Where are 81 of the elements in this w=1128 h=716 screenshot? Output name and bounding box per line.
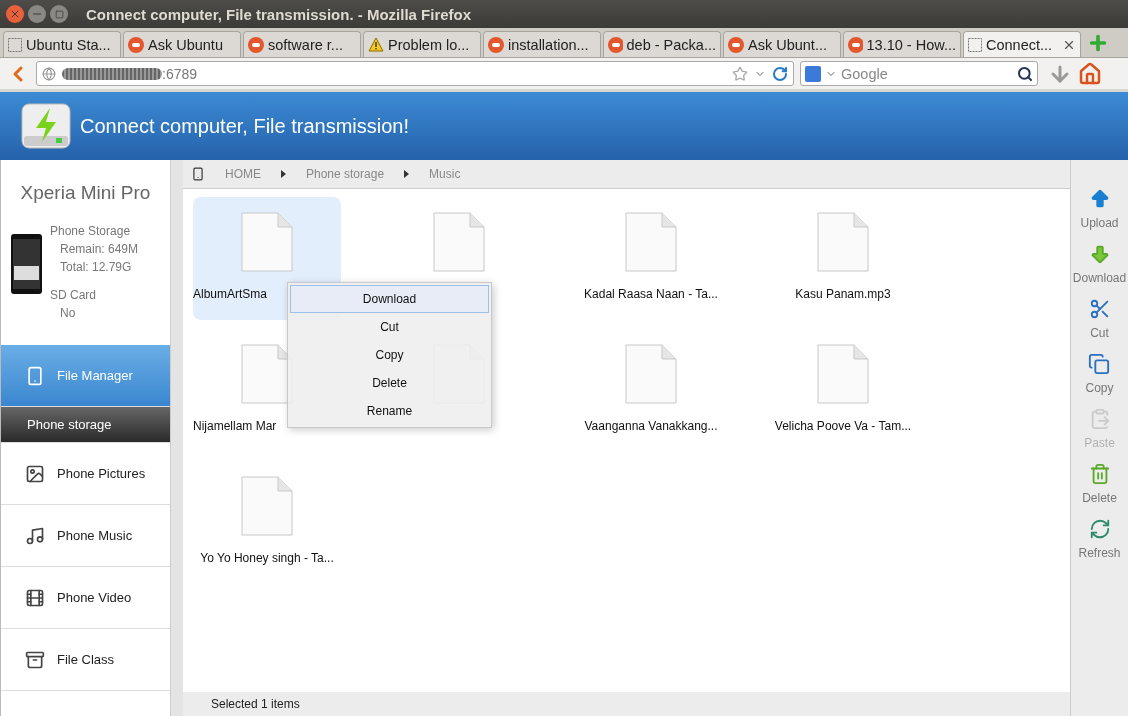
- copy-icon: [1088, 353, 1111, 375]
- toolbar-button[interactable]: Delete: [1082, 463, 1117, 518]
- window-title: Connect computer, File transmission. - Mozilla Firefox: [86, 5, 472, 23]
- file-name[interactable]: Vaanganna Vanakkang...: [584, 419, 718, 433]
- phone-icon: [25, 365, 45, 386]
- toolbar-button[interactable]: Upload: [1080, 188, 1119, 243]
- separator-arrow-icon: [404, 170, 410, 178]
- file-name[interactable]: Nijamellam Mar: [193, 419, 277, 433]
- browser-tab[interactable]: Problem lo...: [363, 31, 481, 57]
- file-name[interactable]: Yo Yo Honey singh - Ta...: [200, 551, 334, 565]
- close-icon: [9, 8, 21, 20]
- browser-tab[interactable]: Ubuntu Sta...: [3, 31, 121, 57]
- scissors-icon: [1088, 298, 1111, 320]
- ask-icon: [848, 36, 863, 53]
- sd-card-label: SD Card: [50, 287, 97, 304]
- minimize-button[interactable]: [28, 5, 46, 23]
- ask-icon: [728, 36, 744, 53]
- music-note-icon: [25, 525, 45, 546]
- page-title: Connect computer, File transmission!: [80, 114, 410, 138]
- reload-icon[interactable]: [772, 65, 788, 82]
- toolbar-button[interactable]: Cut: [1088, 298, 1111, 353]
- new-tab-icon[interactable]: [1087, 32, 1109, 54]
- file-icon: [432, 212, 486, 272]
- page-icon: [968, 37, 982, 52]
- ask-icon: [608, 36, 623, 53]
- ask-icon: [488, 36, 504, 53]
- toolbar-button[interactable]: Download: [1072, 243, 1127, 298]
- warning-icon: [368, 37, 384, 52]
- device-name: Xperia Mini Pro: [19, 182, 152, 204]
- browser-tab[interactable]: Connect...: [963, 31, 1081, 57]
- sd-card-value: No: [59, 305, 77, 322]
- browser-tab[interactable]: software r...: [243, 31, 361, 57]
- browser-tab[interactable]: installation...: [483, 31, 601, 57]
- search-engine-icon[interactable]: [805, 65, 821, 82]
- drive-icon: [20, 100, 72, 152]
- scrollbar[interactable]: [170, 160, 183, 716]
- menu-item[interactable]: Rename: [290, 397, 489, 425]
- search-icon[interactable]: [1017, 65, 1033, 82]
- address-text: :6789: [162, 65, 198, 82]
- picture-icon: [25, 463, 45, 484]
- browser-tab[interactable]: Ask Ubunt...: [723, 31, 841, 57]
- storage-remain: Remain: 649M: [59, 241, 139, 258]
- browser-tab[interactable]: Ask Ubuntu: [123, 31, 241, 57]
- file-icon: [624, 212, 678, 272]
- phone-icon: [191, 167, 205, 181]
- maximize-button[interactable]: [50, 5, 68, 23]
- toolbar-button[interactable]: Copy: [1085, 353, 1114, 408]
- menu-item[interactable]: Delete: [290, 369, 489, 397]
- sidebar-item[interactable]: Phone storage: [1, 407, 170, 443]
- menu-item[interactable]: Download: [290, 285, 489, 313]
- refresh-icon: [1088, 518, 1111, 540]
- storage-total: Total: 12.79G: [59, 259, 133, 276]
- menu-item[interactable]: Copy: [290, 341, 489, 369]
- ask-icon: [128, 36, 144, 53]
- file-icon: [240, 476, 294, 536]
- file-name[interactable]: Kasu Panam.mp3: [795, 287, 891, 301]
- toolbar-button[interactable]: Refresh: [1078, 518, 1121, 573]
- file-icon: [240, 212, 294, 272]
- file-name[interactable]: Kadal Raasa Naan - Ta...: [584, 287, 718, 301]
- file-name[interactable]: AlbumArtSma: [193, 287, 268, 301]
- page-icon: [8, 37, 22, 52]
- storage-label: Phone Storage: [50, 223, 132, 240]
- bookmark-star-icon[interactable]: [732, 65, 748, 82]
- archive-icon: [25, 649, 45, 670]
- file-icon: [816, 344, 870, 404]
- search-field[interactable]: Google: [800, 61, 1038, 86]
- separator-arrow-icon: [281, 170, 286, 178]
- ask-icon: [248, 36, 264, 53]
- address-bar[interactable]: :6789: [36, 61, 794, 86]
- home-icon[interactable]: [1078, 61, 1102, 86]
- file-icon: [624, 344, 678, 404]
- close-button[interactable]: [6, 5, 24, 23]
- trash-icon: [1088, 463, 1111, 485]
- globe-icon: [42, 66, 56, 81]
- film-icon: [25, 587, 45, 608]
- maximize-icon: [54, 9, 64, 19]
- browser-tab[interactable]: 13.10 - How...: [843, 31, 961, 57]
- file-icon: [816, 212, 870, 272]
- browser-tab[interactable]: deb - Packa...: [603, 31, 721, 57]
- status-bar: Selected 1 items: [183, 692, 1070, 716]
- file-name[interactable]: Velicha Poove Va - Tam...: [774, 419, 912, 433]
